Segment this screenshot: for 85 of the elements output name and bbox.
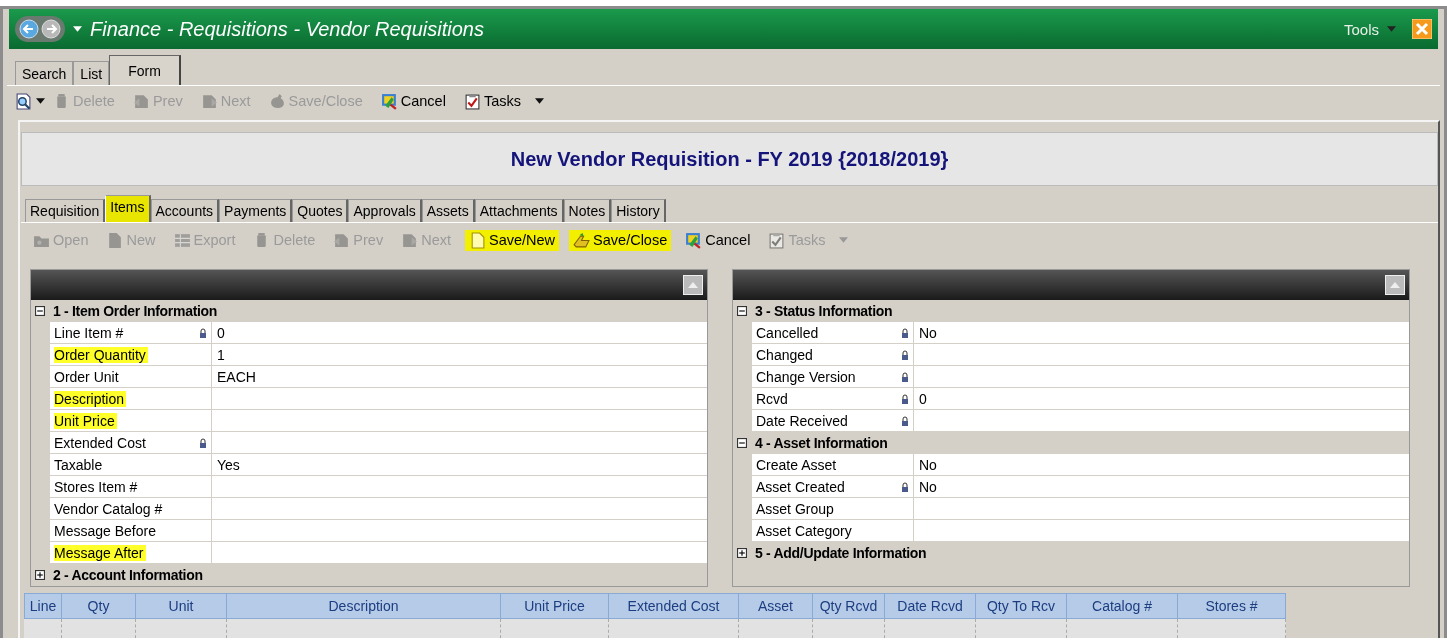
property-value[interactable]: 0 [212, 322, 707, 343]
caret-icon[interactable] [36, 98, 45, 104]
page-arrow-icon [132, 92, 150, 110]
caret-icon[interactable] [534, 98, 544, 104]
property-label: Rcvd [756, 390, 789, 407]
detail-tab[interactable]: Approvals [348, 199, 422, 222]
collapse-icon[interactable] [737, 306, 747, 316]
property-label: Unit Price [54, 412, 117, 429]
property-label: Order Quantity [54, 346, 148, 363]
page-icon [106, 231, 124, 249]
expand-icon[interactable] [737, 548, 747, 558]
column-header[interactable]: Unit [136, 593, 227, 619]
property-label: Asset Created [756, 478, 846, 495]
property-label: Message Before [54, 522, 157, 539]
toolbar-button[interactable]: Save/Close [569, 229, 672, 251]
preview-icon[interactable] [15, 92, 32, 110]
property-value[interactable]: No [914, 322, 1409, 343]
toolbar-button[interactable]: Cancel [681, 229, 755, 251]
property-label: Change Version [756, 368, 857, 385]
section-title: 4 - Asset Information [755, 435, 888, 451]
detail-tab[interactable]: Quotes [292, 199, 349, 222]
toolbar-button[interactable]: Save/New [465, 229, 560, 251]
detail-tab[interactable]: Attachments [474, 199, 564, 222]
column-header[interactable]: Asset [739, 593, 813, 619]
section-title: 3 - Status Information [755, 303, 893, 319]
property-label: Date Received [756, 412, 849, 429]
view-tab[interactable]: Form [109, 55, 181, 85]
property-label: Extended Cost [54, 434, 147, 451]
detail-tab[interactable]: Payments [219, 199, 293, 222]
column-header[interactable]: Stores # [1178, 593, 1286, 619]
property-label: Order Unit [54, 368, 120, 385]
section-title: 1 - Item Order Information [53, 303, 218, 319]
detail-tab[interactable]: Assets [421, 199, 475, 222]
clipboard-check-icon [768, 231, 786, 249]
property-label: Asset Category [756, 522, 853, 539]
column-header[interactable]: Qty To Rcv [976, 593, 1067, 619]
property-label: Cancelled [756, 324, 820, 341]
column-header[interactable]: Catalog # [1067, 593, 1178, 619]
column-header[interactable]: Line [24, 593, 62, 619]
property-value[interactable]: No [914, 476, 1409, 497]
column-header[interactable]: Qty Rcvd [813, 593, 885, 619]
property-label: Taxable [54, 456, 104, 473]
tools-menu[interactable]: Tools [1343, 20, 1379, 38]
column-header[interactable]: Date Rcvd [885, 593, 976, 619]
property-label: Line Item # [54, 324, 125, 341]
detail-tab[interactable]: History [611, 199, 666, 222]
property-label: Vendor Catalog # [54, 500, 164, 517]
section-title: 2 - Account Information [53, 567, 203, 583]
property-value[interactable]: 0 [914, 388, 1409, 409]
cancel-icon [685, 231, 703, 249]
property-label: Description [54, 390, 127, 407]
detail-tab[interactable]: Requisition [25, 199, 106, 222]
expand-icon[interactable] [35, 570, 45, 580]
table-icon [173, 231, 191, 249]
form-title: New Vendor Requisition - FY 2019 {2018/2019} [510, 147, 949, 171]
property-value[interactable]: Yes [212, 454, 707, 475]
view-tab[interactable]: Search [15, 61, 74, 85]
detail-tab[interactable]: Notes [563, 199, 612, 222]
property-label: Create Asset [756, 456, 838, 473]
collapse-icon[interactable] [35, 306, 45, 316]
section-title: 5 - Add/Update Information [755, 545, 927, 561]
page-icon [469, 231, 486, 249]
collapse-icon[interactable] [737, 438, 747, 448]
page-arrow-icon [200, 92, 218, 110]
column-header[interactable]: Unit Price [501, 593, 609, 619]
view-tab[interactable]: List [73, 61, 110, 85]
property-value[interactable]: No [914, 454, 1409, 475]
property-value[interactable]: 1 [212, 344, 707, 365]
detail-tab[interactable]: Items [105, 195, 151, 222]
toolbar-button[interactable]: Cancel [376, 90, 450, 112]
column-header[interactable]: Description [227, 593, 501, 619]
window-title: Finance - Requisitions - Vendor Requisitions [90, 17, 485, 41]
property-label: Stores Item # [54, 478, 139, 495]
clipboard-check-icon [463, 92, 481, 110]
property-label: Message After [54, 544, 146, 561]
property-label: Asset Group [756, 500, 835, 517]
property-label: Changed [756, 346, 814, 363]
property-value[interactable]: EACH [212, 366, 707, 387]
column-header[interactable]: Extended Cost [609, 593, 739, 619]
cancel-icon [380, 92, 398, 110]
page-arrow-icon [401, 231, 419, 249]
column-header[interactable]: Qty [62, 593, 136, 619]
toolbar-button[interactable]: Tasks [459, 90, 525, 112]
detail-tab[interactable]: Accounts [150, 199, 220, 222]
page-arrow-icon [333, 231, 351, 249]
